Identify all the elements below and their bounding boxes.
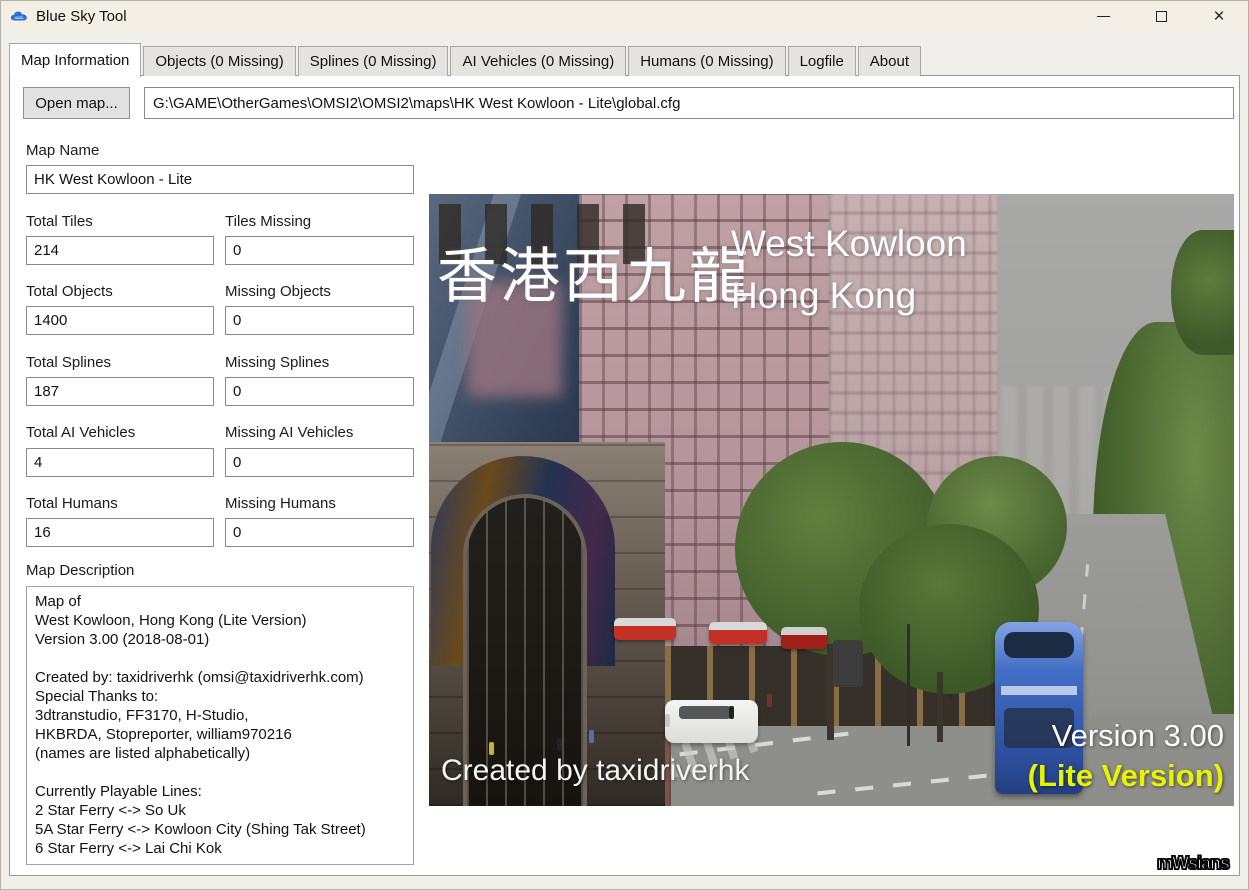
white-car bbox=[665, 700, 758, 743]
blue-cloud-icon bbox=[10, 9, 28, 23]
missing-humans-label: Missing Humans bbox=[225, 495, 336, 512]
app-window: Blue Sky Tool × Map Information Objects … bbox=[0, 0, 1249, 890]
tiles-missing-label: Tiles Missing bbox=[225, 213, 311, 230]
minimize-icon bbox=[1097, 16, 1110, 17]
tab-about[interactable]: About bbox=[858, 46, 921, 76]
open-map-button[interactable]: Open map... bbox=[23, 87, 130, 119]
preview-title-english: West Kowloon Hong Kong bbox=[731, 218, 967, 322]
title-bar: Blue Sky Tool × bbox=[1, 1, 1248, 31]
tab-humans[interactable]: Humans (0 Missing) bbox=[628, 46, 785, 76]
maximize-button[interactable] bbox=[1132, 1, 1190, 31]
map-name-input[interactable] bbox=[26, 165, 414, 194]
total-humans-input[interactable] bbox=[26, 518, 214, 547]
total-tiles-label: Total Tiles bbox=[26, 213, 93, 230]
missing-objects-label: Missing Objects bbox=[225, 283, 331, 300]
watermark: mWsians bbox=[1157, 853, 1229, 874]
map-description-textarea[interactable]: Map of West Kowloon, Hong Kong (Lite Ver… bbox=[26, 586, 414, 865]
tab-map-information[interactable]: Map Information bbox=[9, 43, 141, 77]
map-preview-image: 香港西九龍 West Kowloon Hong Kong Created by … bbox=[429, 194, 1234, 806]
window-title: Blue Sky Tool bbox=[36, 8, 127, 25]
tab-objects[interactable]: Objects (0 Missing) bbox=[143, 46, 295, 76]
maximize-icon bbox=[1156, 11, 1167, 22]
total-splines-input[interactable] bbox=[26, 377, 214, 406]
total-tiles-input[interactable] bbox=[26, 236, 214, 265]
total-ai-vehicles-input[interactable] bbox=[26, 448, 214, 477]
close-icon: × bbox=[1213, 7, 1224, 26]
pedestrian bbox=[557, 738, 562, 751]
total-humans-label: Total Humans bbox=[26, 495, 118, 512]
minimize-button[interactable] bbox=[1074, 1, 1132, 31]
tab-ai-vehicles[interactable]: AI Vehicles (0 Missing) bbox=[450, 46, 626, 76]
preview-version: Version 3.00 bbox=[1052, 718, 1224, 754]
close-button[interactable]: × bbox=[1190, 1, 1248, 31]
total-objects-label: Total Objects bbox=[26, 283, 113, 300]
total-objects-input[interactable] bbox=[26, 306, 214, 335]
red-taxi bbox=[614, 618, 676, 640]
tiles-missing-input[interactable] bbox=[225, 236, 414, 265]
van bbox=[833, 640, 863, 687]
tab-splines[interactable]: Splines (0 Missing) bbox=[298, 46, 449, 76]
preview-edition: (Lite Version) bbox=[1028, 758, 1224, 794]
missing-ai-vehicles-label: Missing AI Vehicles bbox=[225, 424, 353, 441]
preview-title-chinese: 香港西九龍 bbox=[437, 228, 752, 315]
map-information-panel: Open map... Map Name Total Tiles Tiles M… bbox=[9, 75, 1240, 876]
total-splines-label: Total Splines bbox=[26, 354, 111, 371]
map-name-label: Map Name bbox=[26, 142, 99, 159]
map-description-label: Map Description bbox=[26, 562, 134, 579]
missing-splines-label: Missing Splines bbox=[225, 354, 329, 371]
missing-splines-input[interactable] bbox=[225, 377, 414, 406]
tab-logfile[interactable]: Logfile bbox=[788, 46, 856, 76]
missing-humans-input[interactable] bbox=[225, 518, 414, 547]
preview-credit: Created by taxidriverhk bbox=[441, 754, 749, 788]
missing-objects-input[interactable] bbox=[225, 306, 414, 335]
missing-ai-vehicles-input[interactable] bbox=[225, 448, 414, 477]
tab-strip: Map Information Objects (0 Missing) Spli… bbox=[9, 43, 923, 76]
total-ai-vehicles-label: Total AI Vehicles bbox=[26, 424, 135, 441]
map-path-input[interactable] bbox=[144, 87, 1234, 119]
